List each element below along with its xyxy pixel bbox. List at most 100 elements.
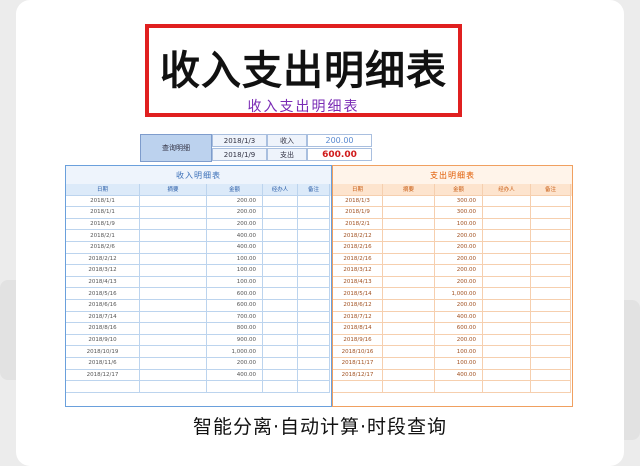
table-cell[interactable] [483,334,531,347]
table-cell[interactable] [333,381,383,393]
table-cell[interactable] [140,346,207,358]
table-cell[interactable] [483,195,531,208]
table-cell[interactable] [263,241,298,254]
table-cell[interactable] [263,230,298,242]
table-cell[interactable] [298,311,330,324]
table-cell[interactable]: 200.00 [435,230,483,242]
table-cell[interactable] [531,369,571,382]
table-cell[interactable] [531,207,571,219]
table-cell[interactable] [483,218,531,231]
table-cell[interactable] [383,241,435,254]
table-cell[interactable]: 400.00 [435,369,483,382]
table-cell[interactable] [298,299,330,312]
table-cell[interactable]: 200.00 [435,241,483,254]
table-cell[interactable]: 600.00 [207,299,263,312]
table-cell[interactable] [263,311,298,324]
table-cell[interactable]: 200.00 [435,253,483,266]
table-cell[interactable] [298,207,330,219]
table-cell[interactable]: 2018/2/16 [333,241,383,254]
table-cell[interactable]: 2018/5/16 [66,288,140,300]
table-cell[interactable] [298,288,330,300]
table-cell[interactable]: 2018/1/9 [66,218,140,231]
table-cell[interactable] [483,299,531,312]
table-cell[interactable]: 2018/10/16 [333,346,383,358]
table-cell[interactable]: 600.00 [207,288,263,300]
table-cell[interactable] [483,288,531,300]
table-cell[interactable] [383,218,435,231]
table-cell[interactable] [531,218,571,231]
table-cell[interactable]: 2018/4/13 [333,276,383,289]
table-cell[interactable] [140,357,207,370]
table-cell[interactable] [263,253,298,266]
table-cell[interactable]: 2018/8/16 [66,323,140,335]
table-cell[interactable] [298,253,330,266]
table-cell[interactable]: 700.00 [207,311,263,324]
table-cell[interactable] [140,288,207,300]
query-date-end[interactable]: 2018/1/9 [212,148,267,161]
table-cell[interactable] [263,381,298,393]
table-cell[interactable]: 400.00 [207,230,263,242]
table-cell[interactable]: 2018/10/19 [66,346,140,358]
table-cell[interactable] [140,253,207,266]
table-cell[interactable]: 400.00 [207,241,263,254]
table-cell[interactable] [435,381,483,393]
table-cell[interactable]: 2018/12/17 [66,369,140,382]
table-cell[interactable] [263,299,298,312]
table-cell[interactable] [140,195,207,208]
table-cell[interactable] [140,311,207,324]
table-cell[interactable]: 2018/2/16 [333,253,383,266]
table-cell[interactable]: 200.00 [207,207,263,219]
table-cell[interactable] [140,207,207,219]
table-cell[interactable] [383,253,435,266]
table-cell[interactable] [263,346,298,358]
table-cell[interactable] [483,346,531,358]
table-cell[interactable] [483,253,531,266]
table-cell[interactable] [483,357,531,370]
table-cell[interactable] [263,334,298,347]
table-cell[interactable]: 200.00 [207,357,263,370]
table-cell[interactable] [531,346,571,358]
table-cell[interactable] [263,207,298,219]
table-cell[interactable] [298,346,330,358]
table-cell[interactable] [140,230,207,242]
table-cell[interactable] [483,323,531,335]
table-cell[interactable] [531,357,571,370]
table-cell[interactable] [140,381,207,393]
table-cell[interactable]: 100.00 [207,276,263,289]
table-cell[interactable]: 200.00 [435,265,483,277]
table-cell[interactable] [531,276,571,289]
table-cell[interactable] [483,381,531,393]
table-cell[interactable]: 2018/9/10 [66,334,140,347]
table-cell[interactable]: 2018/4/13 [66,276,140,289]
table-cell[interactable]: 2018/6/12 [333,299,383,312]
table-cell[interactable] [383,381,435,393]
table-cell[interactable] [140,241,207,254]
table-cell[interactable]: 2018/8/14 [333,323,383,335]
table-cell[interactable]: 2018/2/6 [66,241,140,254]
table-cell[interactable]: 1,000.00 [435,288,483,300]
table-cell[interactable] [383,369,435,382]
table-cell[interactable]: 900.00 [207,334,263,347]
table-cell[interactable] [531,288,571,300]
table-cell[interactable]: 2018/2/12 [333,230,383,242]
table-cell[interactable]: 100.00 [435,218,483,231]
table-cell[interactable] [483,265,531,277]
table-cell[interactable]: 200.00 [207,218,263,231]
table-cell[interactable] [483,207,531,219]
table-cell[interactable] [263,357,298,370]
table-cell[interactable] [531,195,571,208]
table-cell[interactable] [383,299,435,312]
table-cell[interactable] [298,323,330,335]
table-cell[interactable]: 2018/11/17 [333,357,383,370]
table-cell[interactable] [383,276,435,289]
table-cell[interactable] [298,334,330,347]
table-cell[interactable]: 100.00 [207,253,263,266]
table-cell[interactable] [383,230,435,242]
table-cell[interactable]: 400.00 [435,311,483,324]
table-cell[interactable]: 300.00 [435,207,483,219]
table-cell[interactable] [140,299,207,312]
table-cell[interactable] [298,265,330,277]
table-cell[interactable] [263,323,298,335]
table-cell[interactable] [531,323,571,335]
table-cell[interactable] [263,265,298,277]
